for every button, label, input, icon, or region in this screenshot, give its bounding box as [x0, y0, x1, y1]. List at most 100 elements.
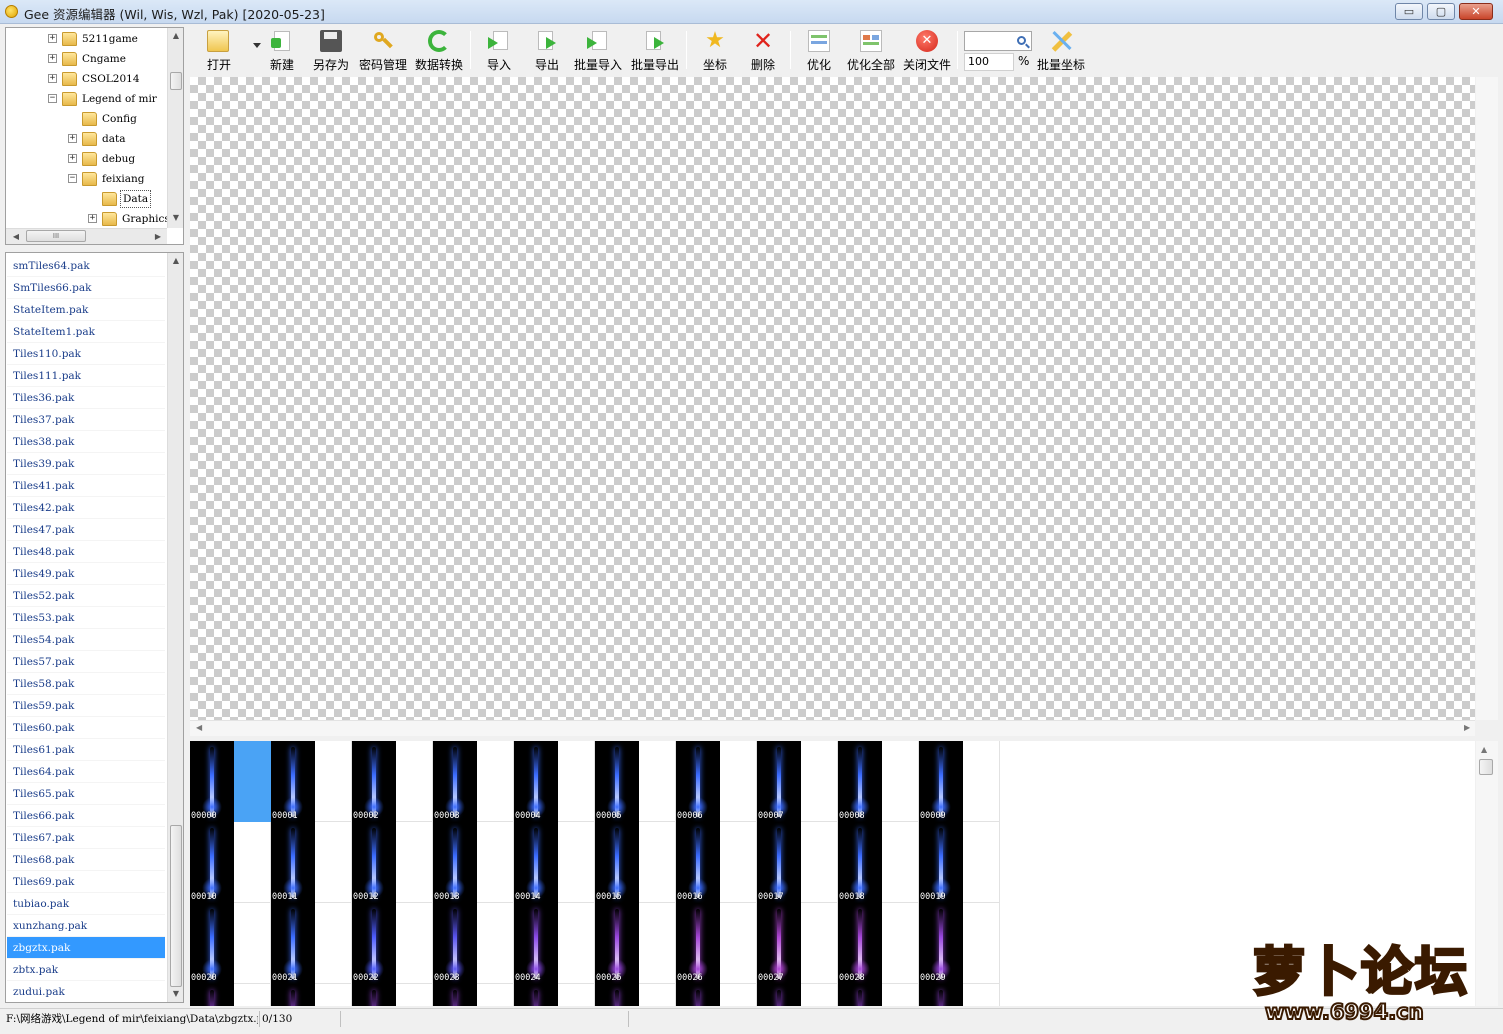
- thumbnail-item[interactable]: 00011: [271, 822, 352, 903]
- batch-coords-button[interactable]: 批量坐标: [1035, 27, 1087, 73]
- expand-icon[interactable]: +: [48, 34, 57, 43]
- scroll-down-icon[interactable]: ▼: [168, 986, 183, 1002]
- tree-item[interactable]: Config: [6, 109, 166, 129]
- thumbnail-item[interactable]: 00030: [190, 984, 271, 1006]
- file-list-item[interactable]: Tiles67.pak: [7, 827, 165, 849]
- file-list-item[interactable]: Tiles39.pak: [7, 453, 165, 475]
- expand-icon[interactable]: +: [48, 74, 57, 83]
- expand-icon[interactable]: +: [68, 154, 77, 163]
- thumbnail-item[interactable]: 00018: [838, 822, 919, 903]
- thumbnail-item[interactable]: 00007: [757, 741, 838, 822]
- minimize-button[interactable]: ▭: [1395, 3, 1423, 20]
- file-list-item[interactable]: Tiles48.pak: [7, 541, 165, 563]
- tree-item[interactable]: + Cngame: [6, 49, 166, 69]
- new-button[interactable]: 新建: [262, 27, 302, 73]
- thumbnail-item[interactable]: 00039: [919, 984, 1000, 1006]
- file-list-item[interactable]: xunzhang.pak: [7, 915, 165, 937]
- file-list-item[interactable]: Tiles69.pak: [7, 871, 165, 893]
- thumbnail-item[interactable]: 00017: [757, 822, 838, 903]
- scroll-left-icon[interactable]: ◀: [8, 229, 24, 244]
- export-button[interactable]: 导出: [527, 27, 567, 73]
- thumbnail-item[interactable]: 00004: [514, 741, 595, 822]
- file-list-item[interactable]: Tiles38.pak: [7, 431, 165, 453]
- thumbnail-item[interactable]: 00029: [919, 903, 1000, 984]
- file-list-item[interactable]: Tiles42.pak: [7, 497, 165, 519]
- thumbnail-item[interactable]: 00021: [271, 903, 352, 984]
- tree-vertical-scrollbar[interactable]: ▲ ▼: [167, 28, 183, 228]
- thumbnail-item[interactable]: 00009: [919, 741, 1000, 822]
- tree-item[interactable]: +5211game: [6, 29, 166, 49]
- file-list-item[interactable]: Tiles60.pak: [7, 717, 165, 739]
- file-list-item[interactable]: SmTiles66.pak: [7, 277, 165, 299]
- thumbnail-item[interactable]: 00000: [190, 741, 271, 822]
- thumbnail-item[interactable]: 00022: [352, 903, 433, 984]
- delete-button[interactable]: ✕ 删除: [743, 27, 783, 73]
- thumbnail-item[interactable]: 00010: [190, 822, 271, 903]
- tree-item[interactable]: − Legend of mir: [6, 89, 166, 109]
- scroll-thumb[interactable]: [170, 72, 182, 90]
- search-icon[interactable]: [1017, 36, 1026, 45]
- collapse-icon[interactable]: −: [48, 94, 57, 103]
- thumbnail-item[interactable]: 00005: [595, 741, 676, 822]
- thumbnail-item[interactable]: 00034: [514, 984, 595, 1006]
- thumbnail-item[interactable]: 00023: [433, 903, 514, 984]
- thumbnail-item[interactable]: 00037: [757, 984, 838, 1006]
- file-list-item[interactable]: Tiles59.pak: [7, 695, 165, 717]
- file-list-item[interactable]: Tiles65.pak: [7, 783, 165, 805]
- thumbnail-item[interactable]: 00012: [352, 822, 433, 903]
- thumbnail-item[interactable]: 00026: [676, 903, 757, 984]
- file-list-item[interactable]: Tiles37.pak: [7, 409, 165, 431]
- file-list-item[interactable]: Tiles47.pak: [7, 519, 165, 541]
- optimize-all-button[interactable]: 优化全部: [845, 27, 897, 73]
- file-list-item[interactable]: Tiles57.pak: [7, 651, 165, 673]
- thumbnail-item[interactable]: 00024: [514, 903, 595, 984]
- file-list-item[interactable]: zbgztx.pak: [7, 937, 165, 959]
- tree-item[interactable]: Data: [6, 189, 166, 209]
- save-as-button[interactable]: 另存为: [311, 27, 351, 73]
- file-list-item[interactable]: Tiles53.pak: [7, 607, 165, 629]
- thumbnail-item[interactable]: 00035: [595, 984, 676, 1006]
- thumbnail-item[interactable]: 00006: [676, 741, 757, 822]
- thumbnail-item[interactable]: 00016: [676, 822, 757, 903]
- file-list-item[interactable]: tubiao.pak: [7, 893, 165, 915]
- zoom-search-box[interactable]: [964, 31, 1032, 51]
- expand-icon[interactable]: +: [48, 54, 57, 63]
- password-manager-button[interactable]: 密码管理: [357, 27, 409, 73]
- file-list-item[interactable]: Tiles52.pak: [7, 585, 165, 607]
- file-list-item[interactable]: zbtx.pak: [7, 959, 165, 981]
- expand-icon[interactable]: +: [88, 214, 97, 223]
- file-list-item[interactable]: Tiles49.pak: [7, 563, 165, 585]
- file-list-item[interactable]: Tiles110.pak: [7, 343, 165, 365]
- maximize-button[interactable]: ▢: [1427, 3, 1455, 20]
- file-list-item[interactable]: smTiles64.pak: [7, 255, 165, 277]
- thumbnail-item[interactable]: 00008: [838, 741, 919, 822]
- file-list-item[interactable]: Tiles61.pak: [7, 739, 165, 761]
- file-list-item[interactable]: Tiles66.pak: [7, 805, 165, 827]
- file-list-item[interactable]: Tiles41.pak: [7, 475, 165, 497]
- thumbnail-item[interactable]: 00001: [271, 741, 352, 822]
- scroll-right-icon[interactable]: ▶: [150, 229, 166, 244]
- image-canvas[interactable]: [190, 77, 1475, 720]
- scroll-thumb[interactable]: [1479, 759, 1493, 775]
- expand-icon[interactable]: +: [68, 134, 77, 143]
- folder-tree[interactable]: +5211game + Cngame + CSOL2014− Legend of mir C…: [5, 27, 184, 245]
- data-convert-button[interactable]: 数据转换: [413, 27, 465, 73]
- thumbnail-item[interactable]: 00002: [352, 741, 433, 822]
- scroll-right-icon[interactable]: ▶: [1464, 723, 1470, 732]
- thumbnail-item[interactable]: 00031: [271, 984, 352, 1006]
- file-list-item[interactable]: Tiles54.pak: [7, 629, 165, 651]
- tree-item[interactable]: − feixiang: [6, 169, 166, 189]
- tree-item[interactable]: + data: [6, 129, 166, 149]
- batch-export-button[interactable]: 批量导出: [629, 27, 681, 73]
- file-list-item[interactable]: Tiles58.pak: [7, 673, 165, 695]
- scroll-up-icon[interactable]: ▲: [1481, 745, 1487, 754]
- thumbnail-item[interactable]: 00033: [433, 984, 514, 1006]
- open-button[interactable]: 打开: [197, 27, 261, 73]
- file-list-item[interactable]: StateItem.pak: [7, 299, 165, 321]
- file-list-item[interactable]: StateItem1.pak: [7, 321, 165, 343]
- thumbnail-item[interactable]: 00020: [190, 903, 271, 984]
- batch-import-button[interactable]: 批量导入: [573, 27, 623, 73]
- thumbnail-item[interactable]: 00014: [514, 822, 595, 903]
- scroll-up-icon[interactable]: ▲: [168, 253, 183, 269]
- thumbnail-item[interactable]: 00036: [676, 984, 757, 1006]
